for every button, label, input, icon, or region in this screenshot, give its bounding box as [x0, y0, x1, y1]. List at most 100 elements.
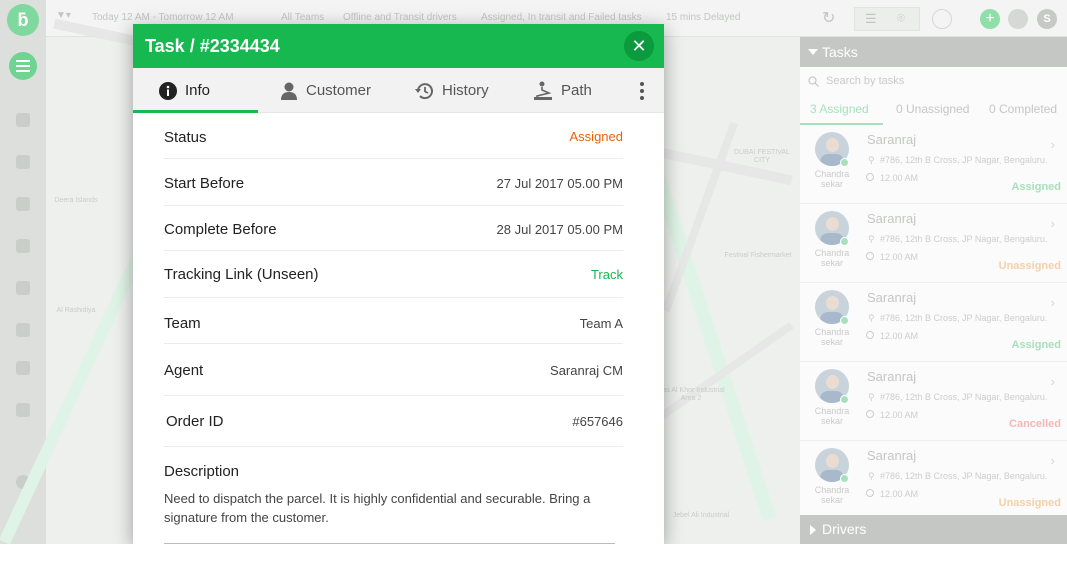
- settings-icon[interactable]: [11, 398, 35, 422]
- online-status-dot: [840, 395, 849, 404]
- tab-customer[interactable]: Customer: [280, 68, 371, 113]
- agent-value: Saranraj CM: [550, 363, 623, 378]
- location-pin-icon: ⚲: [868, 313, 875, 323]
- close-icon[interactable]: ✕: [624, 31, 654, 61]
- tab-info[interactable]: Info: [159, 68, 210, 113]
- app-shell: ƃ ▼▾ Today 12 AM - Tomorrow 12 AM All Te…: [0, 0, 1067, 544]
- chevron-right-icon[interactable]: ›: [1051, 374, 1055, 389]
- modal-divider: [164, 543, 615, 544]
- card-address: #786, 12th B Cross, JP Nagar, Bengaluru.: [880, 471, 1048, 481]
- task-card[interactable]: Chandra sekar Saranraj ⚲ #786, 12th B Cross…: [800, 204, 1067, 283]
- tab-unassigned[interactable]: 0 Unassigned: [896, 102, 969, 116]
- modal-tabs: Info Customer History Path: [133, 68, 664, 113]
- card-time: 12.00 AM: [880, 252, 919, 262]
- more-options-icon[interactable]: [640, 82, 644, 103]
- profile-avatar[interactable]: S: [1037, 9, 1057, 29]
- delay-filter[interactable]: 15 mins Delayed: [666, 12, 740, 23]
- clock-icon: [866, 410, 874, 418]
- card-status: Assigned: [1011, 181, 1061, 193]
- complete-before-label: Complete Before: [164, 221, 277, 238]
- location-pin-icon: ⚲: [868, 234, 875, 244]
- card-address: #786, 12th B Cross, JP Nagar, Bengaluru.: [880, 155, 1048, 165]
- card-customer-name: Saranraj: [867, 448, 917, 463]
- tab-completed[interactable]: 0 Completed: [989, 102, 1057, 116]
- refresh-icon[interactable]: ↻: [822, 8, 835, 28]
- start-before-value: 27 Jul 2017 05.00 PM: [496, 176, 623, 191]
- notification-icon[interactable]: [1008, 9, 1028, 29]
- chevron-right-icon[interactable]: ›: [1051, 216, 1055, 231]
- list-view-icon[interactable]: ☰: [865, 11, 877, 27]
- chevron-right-icon[interactable]: ›: [1051, 295, 1055, 310]
- task-card[interactable]: Chandra sekar Saranraj ⚲ #786, 12th B Cross…: [800, 441, 1067, 520]
- history-icon: [414, 82, 434, 100]
- card-status: Assigned: [1011, 339, 1061, 351]
- card-status: Cancelled: [1009, 418, 1061, 430]
- order-id-label: Order ID: [166, 413, 224, 430]
- clock-icon: [866, 331, 874, 339]
- description-text: Need to dispatch the parcel. It is highl…: [164, 491, 591, 525]
- user-icon[interactable]: [11, 234, 35, 258]
- task-card[interactable]: Chandra sekar Saranraj ⚲ #786, 12th B Cross…: [800, 362, 1067, 441]
- tab-path[interactable]: Path: [533, 68, 592, 113]
- card-time: 12.00 AM: [880, 331, 919, 341]
- info-icon: [159, 81, 177, 100]
- chevron-right-icon[interactable]: ›: [1051, 137, 1055, 152]
- card-customer-name: Saranraj: [867, 132, 917, 147]
- task-status-filter[interactable]: Assigned, In transit and Failed tasks: [481, 12, 642, 23]
- clock-icon: [866, 489, 874, 497]
- map-label: Al Rashidiya: [56, 307, 96, 314]
- tab-history[interactable]: History: [414, 68, 489, 113]
- complete-before-row: Complete Before 28 Jul 2017 05.00 PM: [164, 206, 623, 251]
- documents-icon[interactable]: [11, 356, 35, 380]
- chevron-right-icon[interactable]: ›: [1051, 453, 1055, 468]
- team-filter[interactable]: All Teams: [281, 12, 324, 23]
- agent-label: Agent: [164, 362, 204, 379]
- drivers-panel-header[interactable]: Drivers: [800, 515, 1067, 544]
- modal-header: Task / #2334434 ✕: [133, 24, 664, 68]
- clock-icon: [866, 252, 874, 260]
- status-label: Status: [164, 129, 207, 146]
- order-id-row: Order ID #657646: [164, 396, 623, 447]
- tab-assigned[interactable]: 3 Assigned: [810, 102, 869, 116]
- tasks-panel-header[interactable]: Tasks: [800, 37, 1067, 67]
- customer-icon[interactable]: [11, 150, 35, 174]
- search-placeholder: Search by tasks: [826, 75, 905, 87]
- tasks-menu-icon[interactable]: [9, 52, 37, 80]
- card-time: 12.00 AM: [880, 173, 919, 183]
- app-logo-icon[interactable]: ƃ: [7, 4, 39, 36]
- map-view-icon[interactable]: ⌾: [897, 10, 905, 26]
- driver-icon[interactable]: [11, 108, 35, 132]
- order-id-value: #657646: [572, 414, 623, 429]
- card-time: 12.00 AM: [880, 410, 919, 420]
- track-link[interactable]: Track: [591, 267, 623, 282]
- map-label: Ras Al Khor Industrial Area 2: [657, 387, 725, 402]
- view-toggle: ☰ ⌾: [854, 7, 920, 31]
- driver-status-filter[interactable]: Offline and Transit drivers: [343, 12, 457, 23]
- task-detail-modal: Task / #2334434 ✕ Info Customer History …: [133, 24, 664, 544]
- search-icon: [808, 76, 819, 87]
- task-search-input[interactable]: Search by tasks: [800, 67, 1067, 95]
- task-card[interactable]: Chandra sekar Saranraj ⚲ #786, 12th B Cross…: [800, 283, 1067, 362]
- agent-icon[interactable]: [11, 276, 35, 300]
- date-filter[interactable]: Today 12 AM - Tomorrow 12 AM: [92, 12, 234, 23]
- tab-path-label: Path: [561, 82, 592, 99]
- map-label: Jebel Ali Industrial: [672, 512, 730, 519]
- person-icon: [280, 82, 298, 100]
- team-row: Team Team A: [164, 298, 623, 344]
- export-icon[interactable]: [932, 9, 952, 29]
- description-label: Description: [164, 463, 240, 480]
- card-agent-name: Chandra sekar: [814, 406, 850, 426]
- complete-before-value: 28 Jul 2017 05.00 PM: [496, 222, 623, 237]
- tracking-link-row: Tracking Link (Unseen) Track: [164, 251, 623, 298]
- card-customer-name: Saranraj: [867, 369, 917, 384]
- analytics-icon[interactable]: [11, 192, 35, 216]
- card-agent-name: Chandra sekar: [814, 485, 850, 505]
- start-before-row: Start Before 27 Jul 2017 05.00 PM: [164, 159, 623, 206]
- tracking-link-label: Tracking Link (Unseen): [164, 266, 319, 283]
- online-status-dot: [840, 158, 849, 167]
- task-card[interactable]: Chandra sekar Saranraj ⚲ #786, 12th B Cross…: [800, 125, 1067, 204]
- teams-icon[interactable]: [11, 318, 35, 342]
- team-label: Team: [164, 315, 201, 332]
- add-task-icon[interactable]: +: [980, 9, 1000, 29]
- card-agent-name: Chandra sekar: [814, 327, 850, 347]
